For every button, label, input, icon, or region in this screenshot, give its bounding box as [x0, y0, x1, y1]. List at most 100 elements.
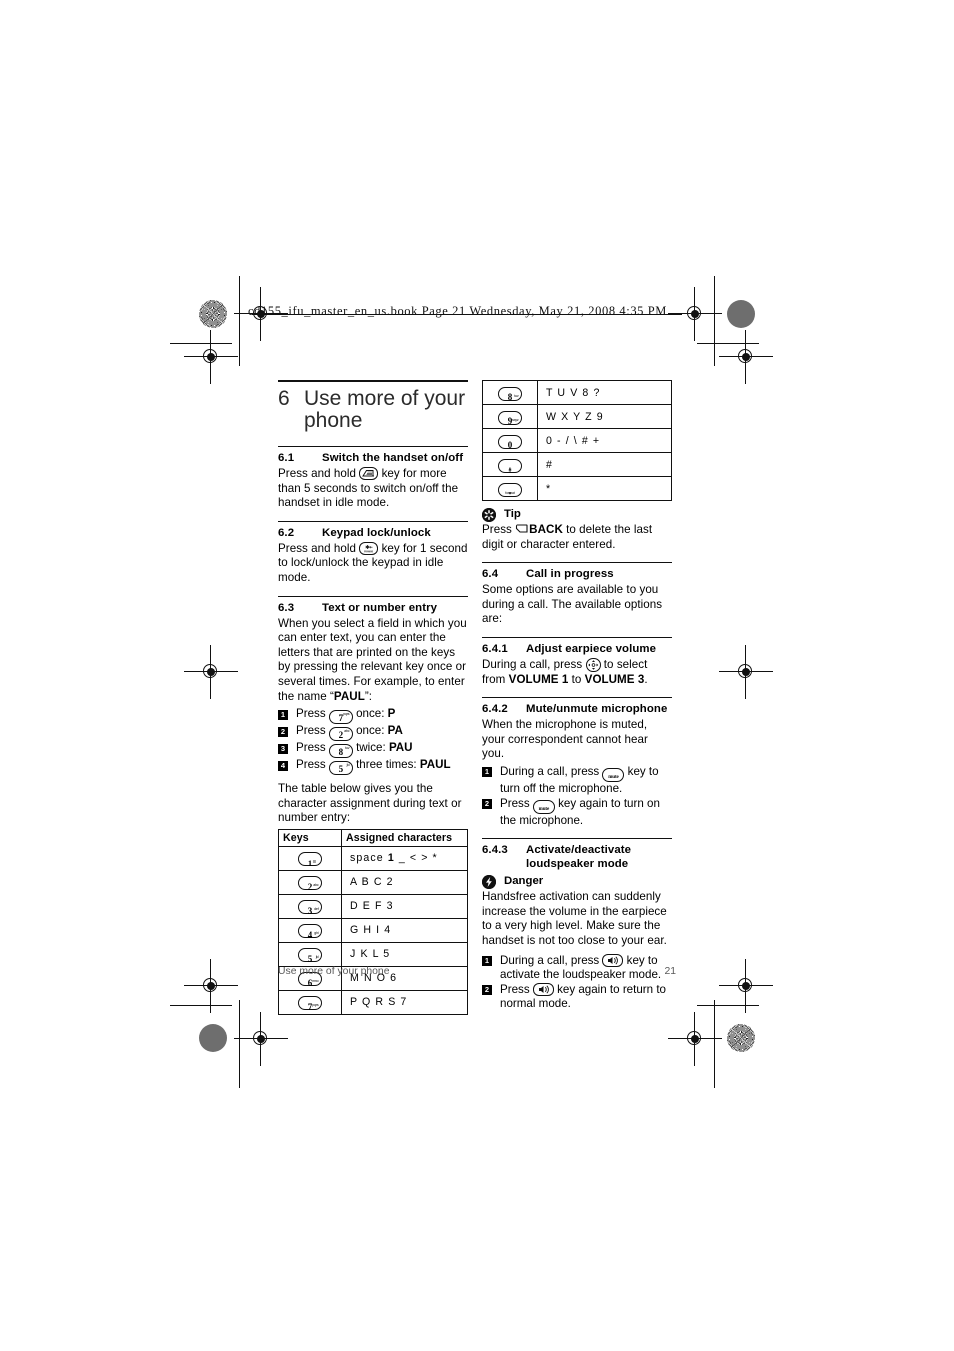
section-6-3: 6.3 Text or number entry When you select…: [278, 595, 468, 1015]
characters-cell: 0 - / \ # +: [537, 428, 672, 453]
tip-label: Tip: [504, 508, 521, 520]
column-header-characters: Assigned characters: [341, 828, 468, 847]
table-row: 0 0 - / \ # +: [482, 428, 672, 453]
section-6-2-title: Keypad lock/unlock: [322, 526, 431, 539]
characters-cell: space 1 _ < > *: [341, 845, 468, 871]
left-column: 6 Use more of your phone 6.1 Switch the …: [278, 380, 468, 1025]
text-run: Press: [482, 523, 516, 536]
back-key-label: BACK: [529, 523, 563, 536]
characters-cell: G H I 4: [341, 917, 468, 943]
section-6-4-3: 6.4.3 Activate/deactivate loudspeaker mod…: [482, 838, 672, 1012]
keypad-key-5-icon: 5 jkl: [328, 761, 353, 776]
keypad-key-2-icon: 2 abc: [298, 876, 322, 892]
step-text: During a call, press mute key to turn of…: [500, 765, 672, 797]
section-6-4-1-heading: 6.4.1 Adjust earpiece volume: [482, 642, 672, 656]
key-cell: * format: [482, 476, 538, 501]
example-name: PAUL: [333, 689, 365, 703]
registration-dot-bottom-right: [727, 1024, 755, 1052]
step-marker: 2: [482, 985, 492, 996]
step-result: PAU: [388, 741, 413, 755]
table-row: 7 pqrs P Q R S 7: [278, 989, 468, 1015]
step-text: Press 7 pqrs once: P: [296, 707, 468, 725]
text-run: Press: [296, 758, 329, 772]
keypad-key-4-icon: 4 ghi: [298, 924, 322, 940]
danger-body: Handsfree activation can suddenly increa…: [482, 890, 667, 947]
section-6-3-heading: 6.3 Text or number entry: [278, 601, 468, 615]
list-item: 2 Press mute key again to turn on the mic…: [482, 797, 672, 829]
navigation-key-icon: [585, 657, 601, 672]
text-run: three times:: [352, 758, 420, 772]
text-run: 1: [387, 852, 395, 865]
step-marker: 1: [482, 767, 492, 778]
danger-bolt-icon: [482, 875, 496, 890]
section-6-3-number: 6.3: [278, 601, 295, 614]
table-row: 4 ghi G H I 4: [278, 917, 468, 943]
danger-header: Danger: [482, 874, 672, 890]
keypad-key-0-icon: 0: [498, 434, 522, 450]
chapter-rule: [278, 380, 468, 382]
table-row: 2 abc A B C 2: [278, 869, 468, 895]
section-6-4-2: 6.4.2 Mute/unmute microphone When the mi…: [482, 697, 672, 828]
section-6-1-number: 6.1: [278, 452, 295, 464]
footer-page-number: 21: [664, 966, 676, 977]
regmark-upper-left: [184, 330, 238, 384]
characters-cell: #: [537, 452, 672, 477]
keypad-key-9-icon: 9 wxyz: [498, 410, 522, 426]
table-row: 1 ☰ space 1 _ < > *: [278, 845, 468, 871]
step-text: Press 5 jkl three times: PAUL: [296, 758, 468, 776]
key-cell: 0: [482, 428, 538, 453]
regmark-bottom-left: [234, 1012, 288, 1066]
keypad-key-8-icon: 8 tuv: [328, 744, 353, 759]
column-header-keys: Keys: [278, 828, 342, 847]
chapter-title: Use more of your phone: [304, 387, 466, 432]
regmark-mid-right: [719, 645, 773, 699]
section-6-4-2-body: When the microphone is muted, your corre…: [482, 718, 648, 761]
regmark-top-right: [668, 287, 722, 341]
key-cell: 5 jkl: [278, 941, 342, 967]
section-6-4-body: Some options are available to you during…: [482, 583, 663, 626]
keypad-key-7-icon: 7 pqrs: [328, 710, 353, 725]
table-row: 9 wxyz W X Y Z 9: [482, 404, 672, 429]
table-row: 5 jkl J K L 5: [278, 941, 468, 967]
step-result: PAUL: [419, 758, 451, 772]
text-run: Press: [296, 707, 329, 721]
step-text: Press key again to return to normal mode…: [500, 982, 672, 1012]
section-6-1-body: Press and hold key for more than 5 secon…: [278, 467, 468, 511]
step-text: Press mute key again to turn on the micr…: [500, 797, 672, 829]
crop-line-bottom-left: [170, 1005, 232, 1006]
text-run: to: [568, 672, 585, 686]
section-6-1-heading: 6.1 Switch the handset on/off: [278, 451, 468, 465]
key-cell: 7 pqrs: [278, 989, 342, 1015]
right-column: 8 tuv T U V 8 ? 9 wxyz W X Y Z 9 0 0 - / \…: [482, 380, 672, 1022]
section-6-4-3-heading: 6.4.3 Activate/deactivate loudspeaker mod…: [482, 843, 672, 871]
text-run: _ < > *: [394, 852, 438, 865]
key-table-intro: The table below gives you the character …: [278, 782, 462, 825]
registration-dot-bottom-left: [199, 1024, 227, 1052]
keypad-key-star-icon: * format: [498, 482, 522, 498]
characters-cell: W X Y Z 9: [537, 404, 672, 429]
section-6-4-title: Call in progress: [526, 568, 614, 581]
loudspeaker-steps: 1 During a call, press key to activate th…: [482, 953, 672, 1012]
text-run: Press and hold: [278, 541, 360, 555]
text-run: Press: [296, 724, 329, 738]
section-6-4-1-body: During a call, press to select from VOLU…: [482, 657, 672, 687]
key-cell: 9 wxyz: [482, 404, 538, 429]
step-text: Press 8 tuv twice: PAU: [296, 741, 468, 759]
crop-line-top-right: [697, 343, 759, 344]
chapter-number: 6: [278, 387, 290, 410]
character-assignment-table-right: 8 tuv T U V 8 ? 9 wxyz W X Y Z 9 0 0 - / \…: [482, 380, 672, 501]
mute-steps: 1 During a call, press mute key to turn o…: [482, 765, 672, 828]
tip-callout: Tip Press BACK to delete the last digit …: [482, 507, 672, 552]
footer-chapter-name: Use more of your phone: [278, 966, 390, 977]
section-6-4-3-title: Activate/deactivate loudspeaker mode: [526, 844, 632, 871]
regmark-bottom-right: [668, 1012, 722, 1066]
key-cell: 8 tuv: [482, 380, 538, 405]
table-row: * format *: [482, 476, 672, 501]
list-item: 2 Press 2 abc once: PA: [278, 724, 468, 742]
section-6-2-body: Press and hold ✱ format key for 1 second …: [278, 541, 468, 586]
characters-cell: J K L 5: [341, 941, 468, 967]
table-row: # $ #: [482, 452, 672, 477]
section-6-1: 6.1 Switch the handset on/off Press and …: [278, 446, 468, 511]
text-run: When you select a field in which you can…: [278, 616, 467, 703]
section-6-2-number: 6.2: [278, 526, 295, 539]
